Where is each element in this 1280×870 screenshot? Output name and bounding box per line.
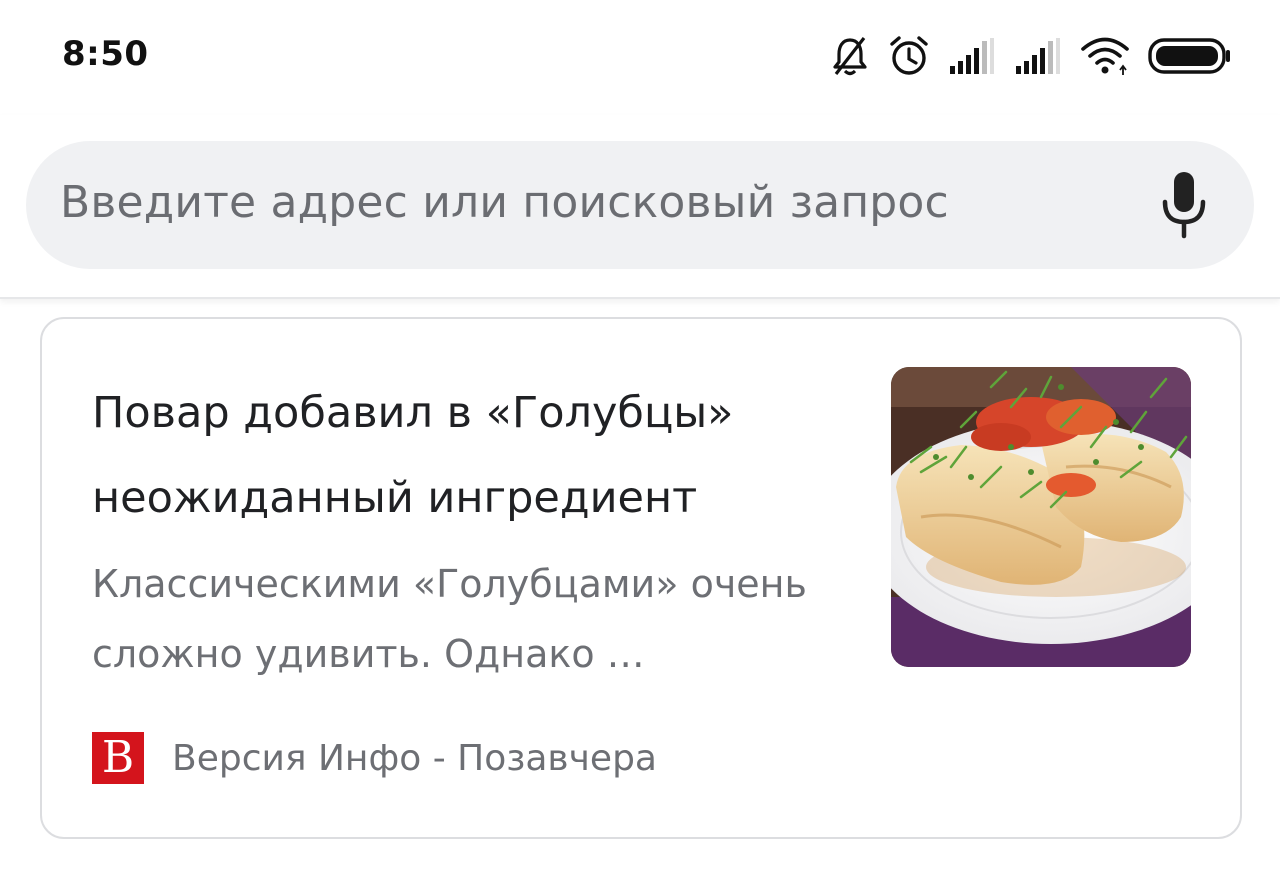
alarm-icon [888, 34, 930, 78]
article-title[interactable]: Повар добавил в «Голубцы» неожиданный ин… [92, 371, 832, 541]
source-logo: B [92, 732, 144, 784]
signal-icon [948, 36, 996, 76]
battery-icon [1148, 36, 1232, 76]
status-icons [830, 34, 1232, 78]
article-thumbnail[interactable] [891, 367, 1191, 667]
article-snippet: Классическими «Голубцами» очень сложно у… [92, 562, 807, 676]
status-time: 8:50 [62, 34, 149, 74]
search-input[interactable]: Введите адрес или поисковый запрос [60, 177, 949, 228]
signal-icon [1014, 36, 1062, 76]
search-bar[interactable]: Введите адрес или поисковый запрос [26, 141, 1254, 269]
news-card[interactable]: Повар добавил в «Голубцы» неожиданный ин… [40, 317, 1242, 839]
source-label: Версия Инфо - Позавчера [172, 737, 657, 779]
wifi-icon [1080, 36, 1130, 76]
microphone-icon [1162, 172, 1206, 239]
article-source[interactable]: B Версия Инфо - Позавчера [92, 731, 657, 785]
voice-search-button[interactable] [1154, 169, 1214, 241]
status-bar: 8:50 [0, 0, 1280, 115]
search-area: Введите адрес или поисковый запрос [0, 115, 1280, 299]
bell-off-icon [830, 34, 870, 78]
